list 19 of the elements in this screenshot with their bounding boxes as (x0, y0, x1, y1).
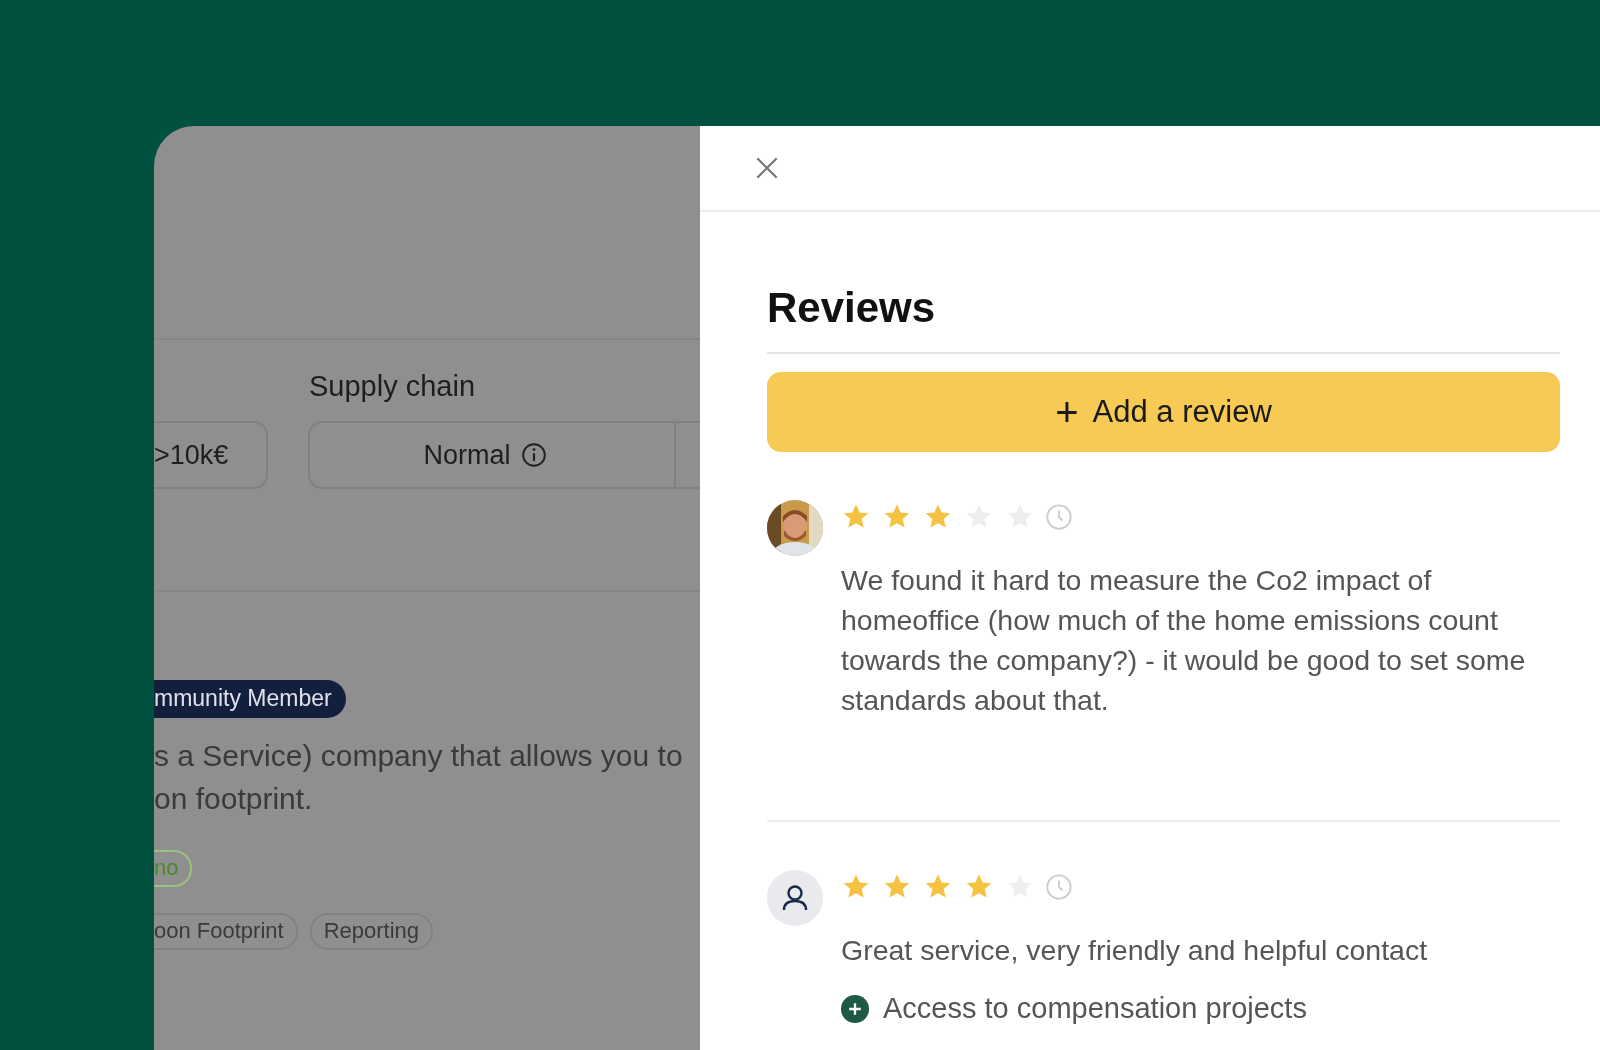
clock-icon (1045, 873, 1073, 901)
tag: no (154, 850, 193, 887)
info-icon[interactable] (520, 442, 547, 468)
tag: Reporting (309, 913, 434, 950)
description-text: s a Service) company that allows you to on footprint. (154, 738, 684, 817)
drawer-title: Reviews (767, 284, 1560, 354)
user-icon (767, 870, 823, 926)
member-badge: mmunity Member (154, 680, 346, 718)
review-text: Great service, very friendly and helpful contact (841, 933, 1429, 968)
pro-text: Access to compensation projects (883, 992, 1307, 1025)
value-text: >10k€ (154, 439, 229, 471)
tag: oon Footprint (154, 913, 298, 950)
close-icon[interactable] (754, 155, 780, 181)
column-heading: Supply chain (309, 370, 477, 403)
clock-icon (1045, 503, 1073, 531)
add-review-button[interactable]: + Add a review (767, 372, 1560, 452)
value-text: Normal (423, 439, 511, 471)
plus-icon (841, 994, 869, 1023)
review-text: We found it hard to measure the Co2 impact of homeoffice (how much of the home emissions count towards the company?) - it would be good to set some standards about that. (841, 563, 1527, 718)
